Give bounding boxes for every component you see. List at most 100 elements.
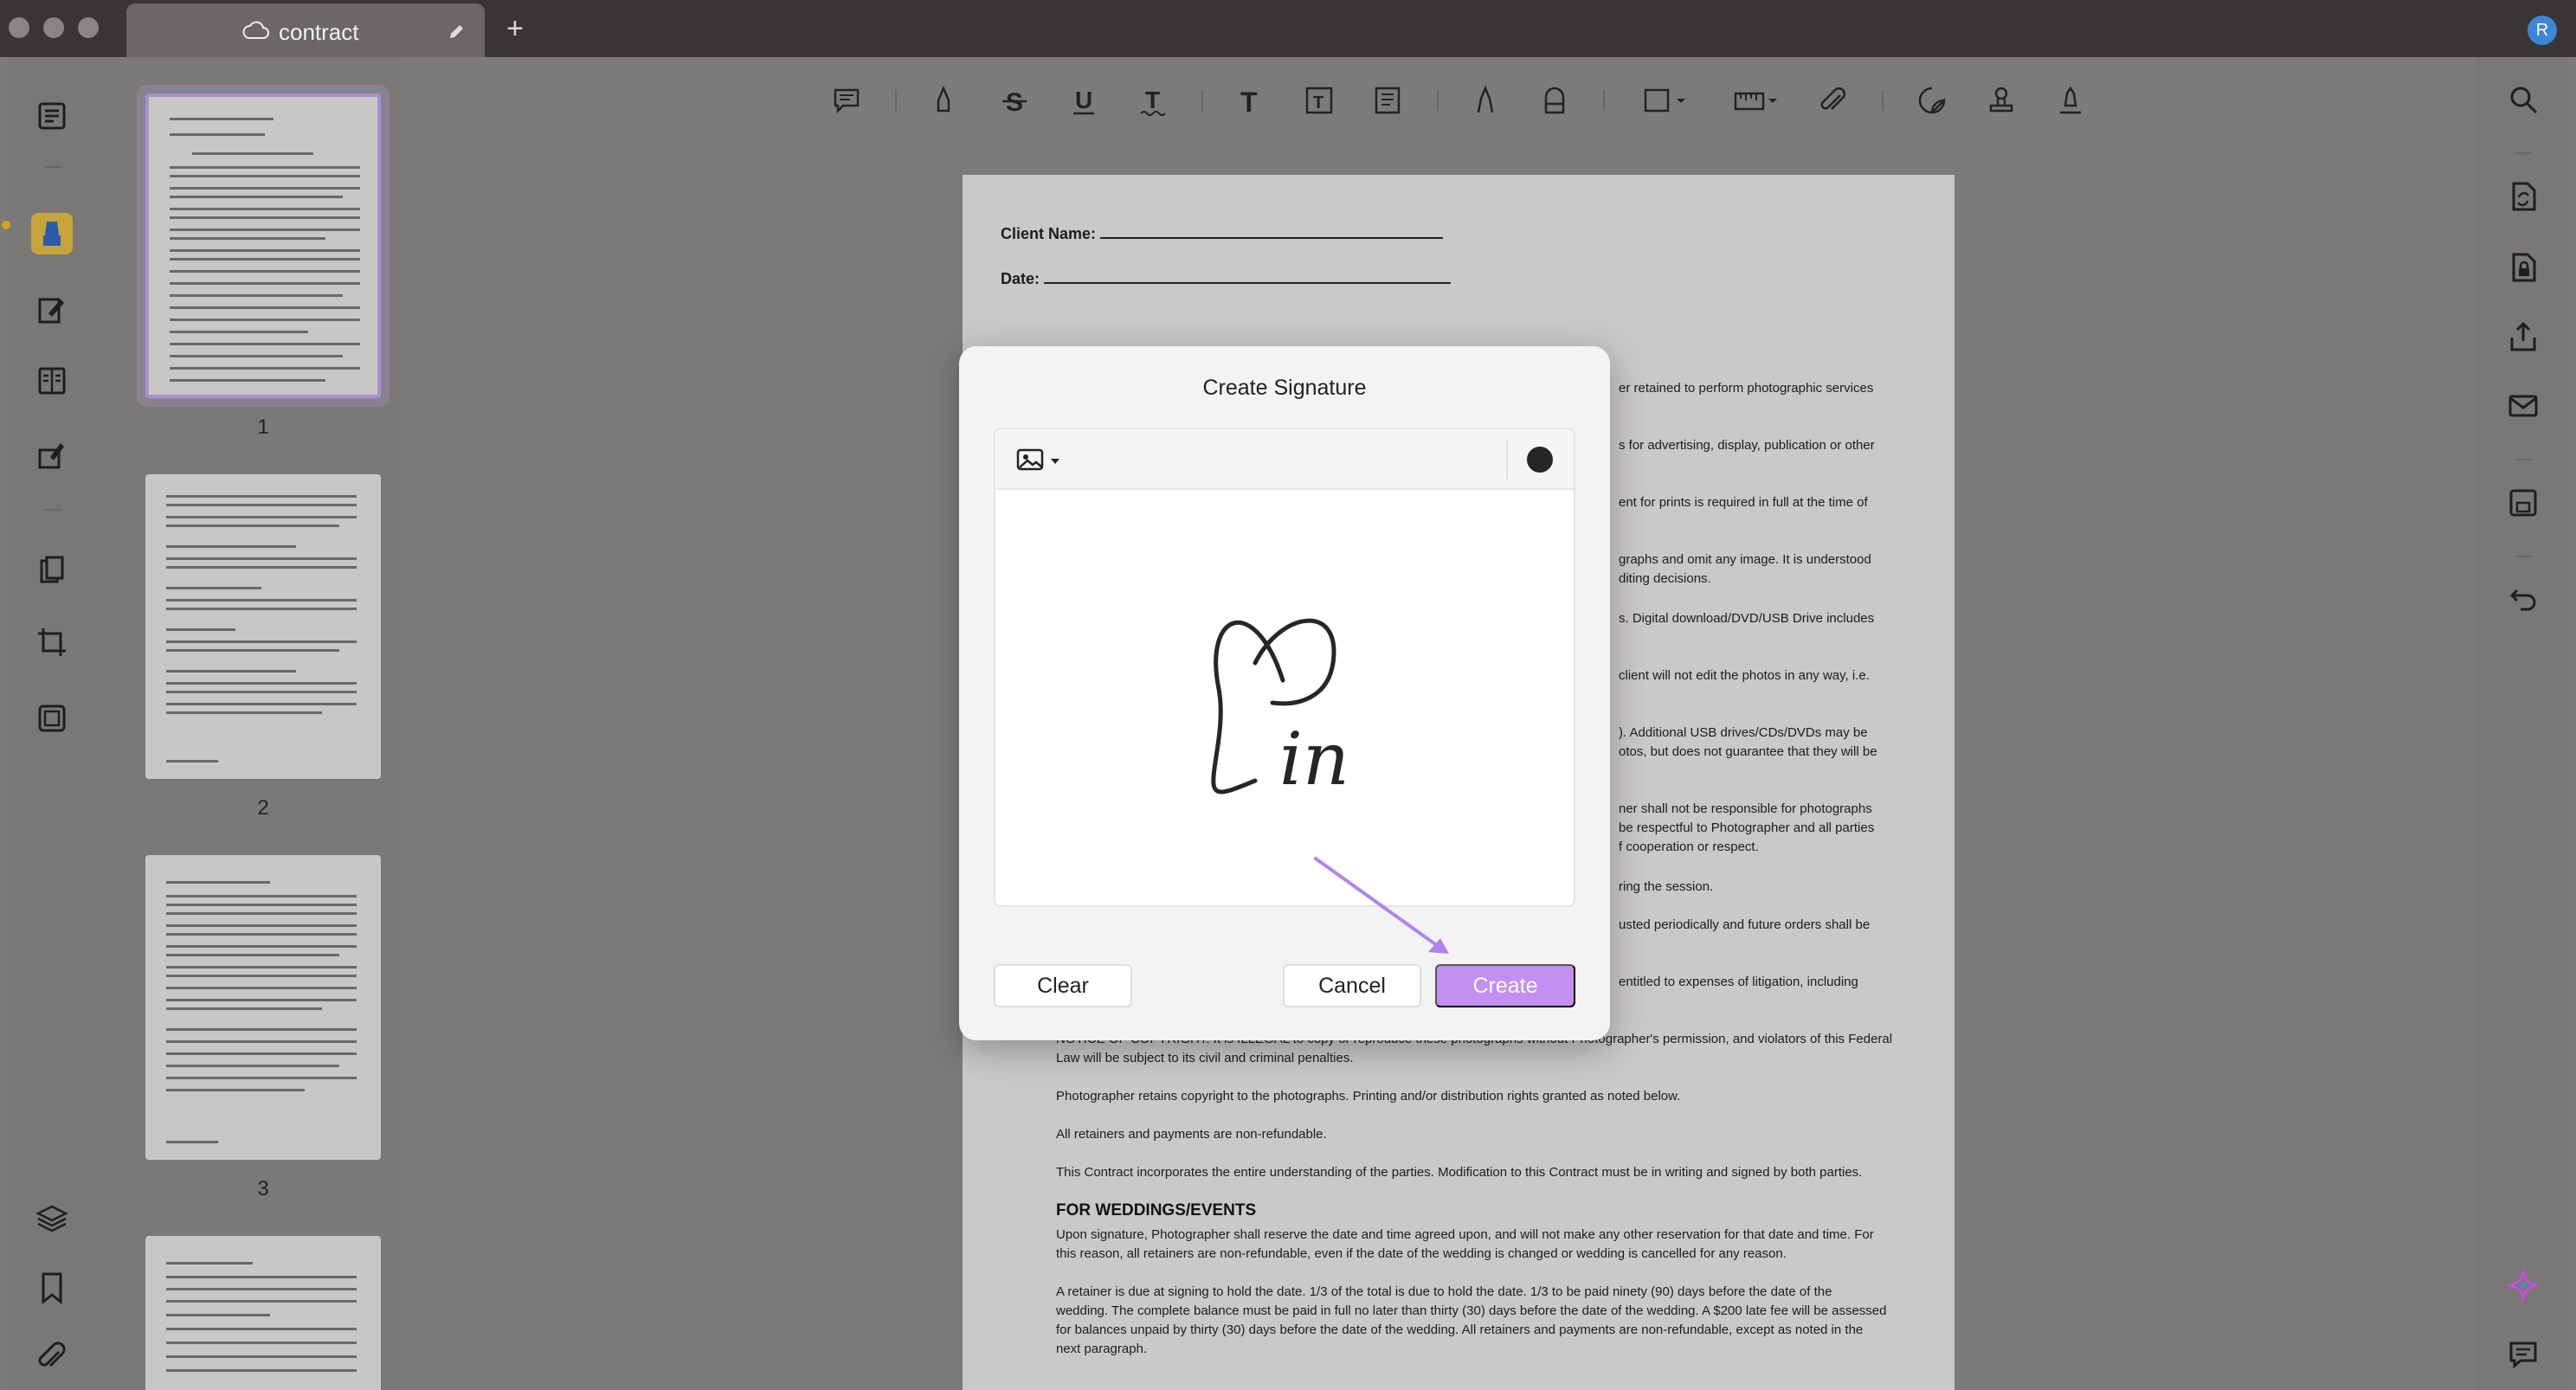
email-icon[interactable] — [2505, 388, 2541, 424]
copyright-notice-line: Law will be subject to its civil and cri… — [1056, 1051, 1354, 1065]
textbox-icon[interactable]: T — [1302, 83, 1336, 118]
create-button[interactable]: Create — [1435, 964, 1575, 1007]
retainers-paragraph: All retainers and payments are non-refun… — [1056, 1127, 1327, 1142]
sticker-icon[interactable] — [1915, 83, 1949, 118]
contract-paragraph: This Contract incorporates the entire un… — [1056, 1165, 1863, 1180]
svg-text:T: T — [1240, 87, 1258, 116]
cloud-icon — [242, 21, 269, 39]
comment-mode-icon[interactable] — [31, 213, 73, 254]
pencil-icon[interactable] — [1468, 83, 1503, 118]
convert-icon[interactable] — [2505, 178, 2541, 215]
date-field[interactable] — [1044, 268, 1452, 284]
page-thumbnail-1[interactable] — [145, 93, 381, 398]
crop-icon[interactable] — [31, 621, 73, 663]
signature-toolbar — [995, 429, 1574, 490]
body-text-line: ner shall not be responsible for photogr… — [1619, 801, 1872, 816]
page-number-1: 1 — [257, 415, 269, 439]
organize-icon[interactable] — [31, 360, 73, 402]
search-icon[interactable] — [2505, 81, 2541, 118]
active-indicator-dot — [2, 221, 10, 229]
edit-icon[interactable] — [31, 289, 73, 331]
shape-icon[interactable] — [1639, 83, 1691, 118]
title-bar: contract + R — [0, 0, 2576, 57]
copyright-paragraph: Photographer retains copyright to the ph… — [1056, 1089, 1681, 1104]
stamp-icon[interactable] — [1984, 83, 2019, 118]
svg-text:U: U — [1075, 87, 1092, 113]
dialog-title: Create Signature — [1202, 376, 1367, 400]
body-text-line: usted periodically and future orders sha… — [1619, 917, 1871, 932]
weddings-paragraph-line: for balances unpaid by thirty (30) days … — [1056, 1322, 1864, 1337]
save-icon[interactable] — [2505, 485, 2541, 521]
strikethrough-icon[interactable]: S — [997, 83, 1032, 118]
client-name-row: Client Name: — [1001, 223, 1444, 243]
page-thumbnail-2[interactable] — [145, 474, 381, 779]
body-text-line: be respectful to Photographer and all pa… — [1619, 820, 1875, 835]
signature-pad[interactable]: in — [994, 428, 1575, 907]
thumbnail-panel: 1 2 3 — [93, 57, 398, 1390]
page-thumbnail-4[interactable] — [145, 1236, 381, 1390]
text-callout-icon[interactable] — [1371, 83, 1406, 118]
undo-icon[interactable] — [2505, 582, 2541, 618]
weddings-paragraph-line: next paragraph. — [1056, 1342, 1148, 1356]
signature-text: in — [1279, 717, 1349, 801]
body-text-line: s. Digital download/DVD/USB Drive includ… — [1619, 611, 1875, 626]
layers-icon[interactable] — [31, 1198, 73, 1239]
signature-icon[interactable] — [2053, 83, 2088, 118]
tab-title: contract — [279, 19, 359, 45]
eraser-icon[interactable] — [1537, 83, 1572, 118]
date-label: Date: — [1001, 270, 1040, 287]
measure-icon[interactable] — [1731, 83, 1783, 118]
clear-button[interactable]: Clear — [994, 964, 1132, 1007]
rename-pencil-icon[interactable] — [447, 23, 466, 42]
text-icon[interactable]: T — [1233, 83, 1267, 118]
left-tool-bar — [7, 57, 93, 1390]
minimize-window-button[interactable] — [43, 17, 64, 38]
comment-icon[interactable] — [829, 83, 864, 118]
reader-icon[interactable] — [31, 95, 73, 137]
protect-icon[interactable] — [2505, 249, 2541, 286]
insert-image-icon[interactable] — [1016, 447, 1065, 474]
toolbar-divider — [1506, 440, 1508, 479]
right-tool-bar — [2477, 57, 2569, 1390]
body-text-line: s for advertising, display, publication … — [1619, 438, 1875, 453]
zoom-window-button[interactable] — [78, 17, 99, 38]
body-text-line: diting decisions. — [1619, 571, 1711, 586]
weddings-heading: FOR WEDDINGS/EVENTS — [1056, 1201, 1257, 1219]
body-text-line: client will not edit the photos in any w… — [1619, 668, 1870, 683]
client-name-label: Client Name: — [1001, 225, 1097, 242]
bookmark-icon[interactable] — [31, 1267, 73, 1309]
page-tools-icon[interactable] — [31, 698, 73, 739]
cancel-button[interactable]: Cancel — [1283, 964, 1421, 1007]
squiggly-icon[interactable]: T — [1136, 83, 1170, 118]
underline-icon[interactable]: U — [1066, 83, 1101, 118]
attachment-icon[interactable] — [31, 1336, 73, 1378]
signature-stroke: in — [1211, 618, 1349, 801]
ai-icon[interactable] — [2505, 1267, 2541, 1303]
new-tab-button[interactable]: + — [506, 14, 524, 43]
share-icon[interactable] — [2505, 319, 2541, 355]
highlight-icon[interactable] — [926, 83, 961, 118]
body-text-line: ring the session. — [1619, 879, 1714, 894]
body-text-line: otos, but does not guarantee that they w… — [1619, 744, 1877, 759]
convert-icon[interactable] — [31, 549, 73, 590]
body-text-line: f cooperation or respect. — [1619, 840, 1759, 854]
chat-icon[interactable] — [2505, 1336, 2541, 1373]
weddings-paragraph-line: A retainer is due at signing to hold the… — [1056, 1284, 1832, 1299]
create-signature-dialog: Create Signature in Clear Cancel Create — [959, 346, 1610, 1040]
date-row: Date: — [1001, 268, 1452, 288]
body-text-line: entitled to expenses of litigation, incl… — [1619, 975, 1858, 989]
ink-color-picker[interactable] — [1527, 447, 1553, 473]
body-text-line: ent for prints is required in full at th… — [1619, 495, 1868, 510]
page-number-2: 2 — [257, 796, 269, 820]
svg-text:T: T — [1145, 87, 1160, 113]
page-thumbnail-3[interactable] — [145, 855, 381, 1160]
weddings-paragraph-line: this reason, all retainers are non-refun… — [1056, 1246, 1787, 1261]
page-number-3: 3 — [257, 1177, 269, 1200]
attachment-icon[interactable] — [1816, 83, 1851, 118]
body-text-line: graphs and omit any image. It is underst… — [1619, 552, 1871, 567]
close-window-button[interactable] — [9, 17, 29, 38]
client-name-field[interactable] — [1100, 223, 1444, 239]
user-avatar[interactable]: R — [2528, 16, 2557, 45]
form-icon[interactable] — [31, 434, 73, 476]
document-tab[interactable]: contract — [126, 3, 485, 57]
